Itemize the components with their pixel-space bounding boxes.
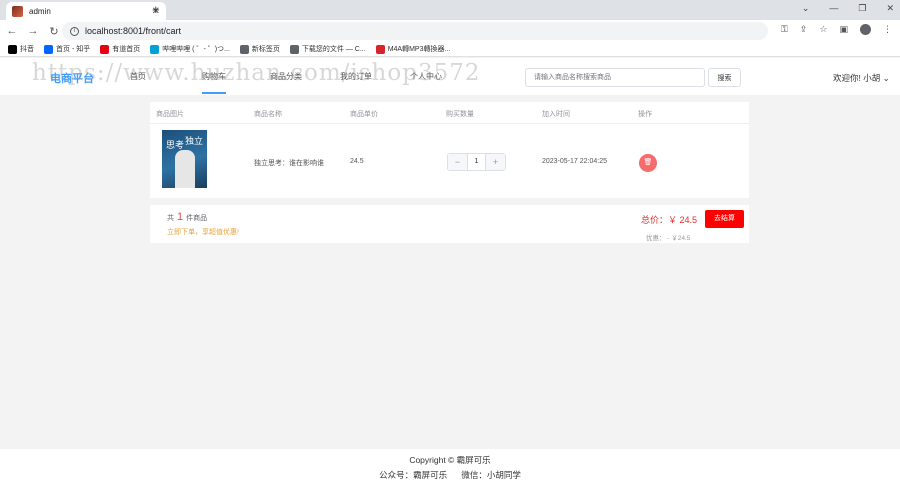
star-icon[interactable]: ☆: [819, 24, 827, 35]
search-button[interactable]: 搜索: [708, 68, 741, 87]
bookmark-item[interactable]: 有道首页: [100, 44, 140, 54]
bookmark-favicon-icon: [150, 44, 160, 54]
quantity-value[interactable]: 1: [467, 154, 486, 170]
site-header: 电商平台 首页 购物车 商品分类 我的订单 个人中心 搜索 欢迎你! 小胡 ⌄: [0, 58, 900, 95]
bookmark-item[interactable]: 哔哩哔哩 ( ゜- ゜)つ...: [150, 44, 230, 54]
reload-icon[interactable]: ↻: [45, 25, 63, 38]
chevron-down-icon: ⌄: [882, 73, 890, 83]
restore-icon[interactable]: ❐: [858, 3, 866, 14]
forward-icon[interactable]: →: [24, 25, 42, 37]
table-header: 商品图片 商品名称 商品单价 购买数量 加入时间 操作: [150, 102, 749, 124]
bookmark-item[interactable]: 新标签页: [239, 44, 280, 54]
tab-search-icon[interactable]: ⌄: [802, 3, 810, 14]
bookmark-favicon-icon: [8, 44, 17, 54]
bookmark-item[interactable]: 抖音: [8, 44, 34, 54]
nav-orders[interactable]: 我的订单: [340, 71, 372, 82]
column-header: 商品名称: [254, 111, 282, 118]
bookmark-item[interactable]: 下载您的文件 — C...: [289, 44, 366, 54]
cart-summary: 共 1 件商品 立即下单，享超值优惠! 总价：￥ 24.5 去结算 优惠： - ￥2…: [150, 205, 749, 243]
address-bar: ← → ↻ i localhost:8001/front/cart ⚿ ⇪ ☆ …: [0, 20, 900, 42]
toolbar-icons: ⚿ ⇪ ☆ ▣ ⋮: [781, 24, 892, 35]
bookmark-label: 首页 - 知乎: [56, 46, 91, 53]
bookmark-item[interactable]: 首页 - 知乎: [44, 44, 90, 54]
total-price: 总价：￥ 24.5: [641, 215, 698, 225]
search-input[interactable]: [525, 68, 705, 87]
url-text: localhost:8001/front/cart: [85, 26, 182, 36]
bookmark-item[interactable]: M4A轉MP3轉換器...: [375, 44, 451, 54]
trash-icon: 🗑: [643, 159, 653, 166]
menu-icon[interactable]: ⋮: [883, 24, 892, 35]
key-icon[interactable]: ⚿: [781, 24, 788, 35]
nav-home[interactable]: 首页: [130, 71, 146, 82]
column-header: 操作: [638, 111, 652, 118]
product-name[interactable]: 独立思考：谁在影响谁: [254, 158, 324, 168]
bookmark-label: 下载您的文件 — C...: [301, 46, 366, 53]
increase-button[interactable]: +: [486, 154, 505, 170]
copyright: Copyright © 霸屏可乐: [409, 455, 491, 465]
site-logo[interactable]: 电商平台: [50, 70, 94, 86]
greeting-text: 欢迎你! 小胡: [833, 73, 881, 83]
cart-table: 商品图片 商品名称 商品单价 购买数量 加入时间 操作 独立 思考 独立思考：谁…: [150, 102, 749, 198]
promo-text: 立即下单，享超值优惠!: [167, 229, 239, 236]
column-header: 加入时间: [542, 111, 570, 118]
count-prefix: 共: [167, 215, 174, 222]
bookmark-favicon-icon: [375, 44, 385, 54]
bookmark-label: 新标签页: [251, 46, 280, 53]
nav-cart[interactable]: 购物车: [202, 71, 226, 94]
quantity-stepper: − 1 +: [447, 153, 506, 171]
profile-icon[interactable]: [860, 24, 871, 35]
count-number: 1: [177, 211, 184, 223]
site-footer: Copyright © 霸屏可乐 公众号：霸屏可乐 微信：小胡同学: [0, 449, 900, 487]
close-window-icon[interactable]: ✕: [886, 3, 894, 14]
bookmark-favicon-icon: [239, 44, 249, 54]
column-header: 商品图片: [156, 111, 184, 118]
count-suffix: 件商品: [186, 215, 208, 222]
favicon-icon: [12, 5, 23, 17]
decrease-button[interactable]: −: [448, 154, 467, 170]
delete-button[interactable]: 🗑: [639, 154, 657, 172]
browser-tab[interactable]: admin ✕: [6, 2, 166, 20]
minimize-icon[interactable]: —: [829, 3, 838, 14]
column-header: 购买数量: [446, 111, 474, 118]
bookmark-favicon-icon: [44, 44, 53, 54]
contact-info: 公众号：霸屏可乐 微信：小胡同学: [379, 470, 521, 480]
url-field[interactable]: i localhost:8001/front/cart: [62, 22, 768, 40]
bookmark-favicon-icon: [289, 44, 299, 54]
item-count: 共 1 件商品: [167, 211, 207, 223]
tab-title: admin: [29, 6, 51, 16]
added-time: 2023-05-17 22:04:25: [542, 158, 607, 165]
user-greeting[interactable]: 欢迎你! 小胡 ⌄: [833, 72, 890, 84]
nav-profile[interactable]: 个人中心: [410, 71, 442, 82]
window-controls: ⌄ — ❐ ✕: [802, 3, 894, 14]
column-header: 商品单价: [350, 111, 378, 118]
back-icon[interactable]: ←: [3, 25, 21, 37]
bookmark-label: M4A轉MP3轉換器...: [387, 46, 451, 53]
bookmark-label: 抖音: [20, 46, 34, 53]
bookmark-label: 哔哩哔哩 ( ゜- ゜)つ...: [162, 46, 230, 53]
share-icon[interactable]: ⇪: [800, 24, 808, 35]
discount-text: 优惠： - ￥24.5: [646, 235, 691, 242]
nav-category[interactable]: 商品分类: [270, 71, 302, 82]
product-image[interactable]: 独立 思考: [162, 130, 207, 188]
page: 电商平台 首页 购物车 商品分类 我的订单 个人中心 搜索 欢迎你! 小胡 ⌄ …: [0, 58, 900, 487]
site-info-icon[interactable]: i: [70, 26, 79, 36]
bookmark-label: 有道首页: [112, 46, 141, 53]
sidepanel-icon[interactable]: ▣: [839, 24, 848, 35]
new-tab-icon[interactable]: +: [152, 2, 160, 17]
bookmark-favicon-icon: [100, 44, 110, 54]
browser-tab-bar: admin ✕ + ⌄ — ❐ ✕: [0, 0, 900, 20]
product-price: 24.5: [350, 158, 364, 165]
bookmarks-bar: 抖音 首页 - 知乎 有道首页 哔哩哔哩 ( ゜- ゜)つ... 新标签页 下载您的文件 …: [0, 42, 900, 57]
checkout-button[interactable]: 去结算: [705, 210, 744, 228]
